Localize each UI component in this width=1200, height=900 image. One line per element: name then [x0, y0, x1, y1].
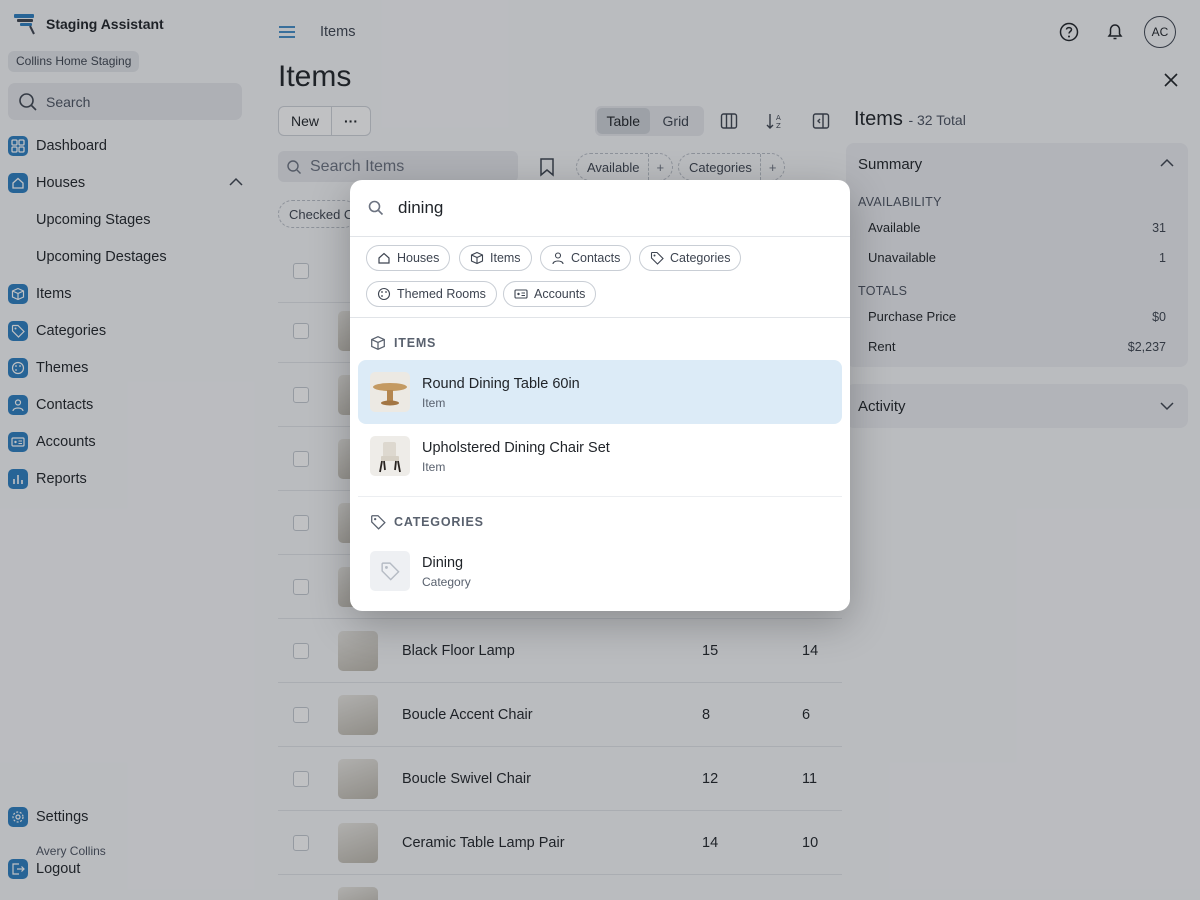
result-item[interactable]: Upholstered Dining Chair Set Item — [358, 424, 842, 488]
search-icon — [368, 200, 384, 216]
chip-label: Contacts — [571, 251, 621, 265]
result-title: Round Dining Table 60in — [422, 376, 580, 392]
person-icon — [552, 252, 564, 265]
chip-label: Accounts — [534, 287, 586, 301]
box-icon — [371, 336, 385, 350]
palette-search-input[interactable]: dining — [350, 180, 850, 237]
result-thumbnail — [370, 436, 410, 476]
chip-label: Houses — [397, 251, 440, 265]
result-type: Item — [422, 460, 446, 474]
palette-filter-themed-rooms[interactable]: Themed Rooms — [366, 281, 497, 307]
group-label: ITEMS — [394, 336, 437, 350]
result-item[interactable]: Round Dining Table 60in Item — [358, 360, 842, 424]
palette-filter-categories[interactable]: Categories — [639, 245, 742, 271]
divider — [350, 317, 850, 318]
result-type: Category — [422, 575, 471, 589]
tag-icon — [371, 515, 386, 530]
palette-filter-contacts[interactable]: Contacts — [540, 245, 632, 271]
tag-icon — [650, 251, 664, 265]
command-palette: dining Houses Items Contacts Categories … — [350, 180, 850, 611]
divider — [358, 496, 842, 497]
palette-filter-items[interactable]: Items — [459, 245, 532, 271]
palette-icon — [377, 287, 391, 301]
palette-query: dining — [398, 198, 444, 217]
categories-group-heading: CATEGORIES — [370, 514, 484, 530]
home-icon — [378, 252, 390, 264]
box-icon — [470, 251, 484, 265]
result-title: Dining — [422, 555, 464, 571]
chip-label: Items — [490, 251, 521, 265]
chip-label: Themed Rooms — [397, 287, 486, 301]
tag-icon — [370, 551, 410, 591]
result-category[interactable]: Dining Category — [358, 539, 842, 603]
id-card-icon — [514, 289, 528, 299]
palette-filter-houses[interactable]: Houses — [366, 245, 451, 271]
group-label: CATEGORIES — [394, 515, 484, 529]
result-title: Upholstered Dining Chair Set — [422, 440, 610, 456]
result-thumbnail — [370, 372, 410, 412]
chip-label: Categories — [670, 251, 731, 265]
result-type: Item — [422, 396, 446, 410]
palette-filter-accounts[interactable]: Accounts — [503, 281, 597, 307]
items-group-heading: ITEMS — [370, 335, 436, 351]
